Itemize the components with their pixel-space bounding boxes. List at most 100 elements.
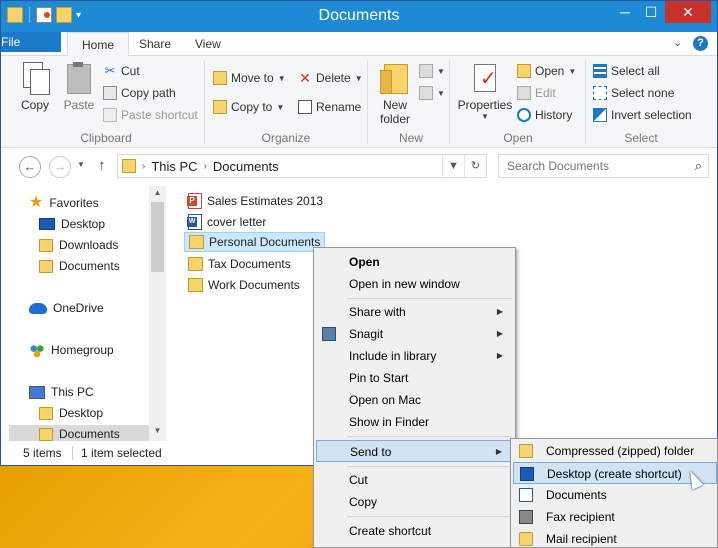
- scrollbar-thumb[interactable]: [151, 202, 164, 272]
- refresh-icon[interactable]: ↻: [464, 155, 486, 177]
- open-button[interactable]: Open ▼: [517, 64, 576, 78]
- move-to-button[interactable]: Move to ▼: [213, 71, 286, 85]
- recent-locations-dropdown[interactable]: ▼: [77, 160, 85, 169]
- address-bar[interactable]: › This PC › Documents ▼ ↻: [117, 154, 487, 178]
- cut-button[interactable]: ✂ Cut: [103, 64, 140, 79]
- paste-label: Paste: [63, 98, 95, 112]
- nav-this-pc[interactable]: This PC: [29, 385, 94, 399]
- invert-selection-button[interactable]: Invert selection: [593, 108, 692, 122]
- documents-icon: [519, 488, 533, 502]
- list-item[interactable]: cover letter: [184, 212, 270, 232]
- search-box[interactable]: ⌕: [498, 154, 709, 178]
- select-none-icon: [593, 86, 607, 100]
- nav-onedrive[interactable]: OneDrive: [29, 301, 104, 315]
- nav-desktop[interactable]: Desktop: [39, 217, 105, 231]
- menu-item-copy[interactable]: Copy: [316, 491, 513, 513]
- new-item-button[interactable]: ▼: [419, 64, 445, 78]
- close-button[interactable]: ✕: [665, 1, 711, 23]
- up-arrow-icon[interactable]: ↑: [98, 157, 106, 174]
- breadcrumb-documents[interactable]: Documents: [213, 159, 279, 174]
- menu-item-send-to[interactable]: Send to ▶: [316, 440, 513, 462]
- menu-item-create-shortcut[interactable]: Create shortcut: [316, 520, 513, 542]
- nav-homegroup[interactable]: Homegroup: [29, 343, 114, 357]
- folder-icon: [189, 235, 204, 249]
- chevron-down-icon: ▼: [437, 88, 445, 98]
- scroll-down-icon[interactable]: ▼: [149, 426, 166, 435]
- select-all-icon: [593, 64, 607, 78]
- back-button[interactable]: ←: [19, 156, 41, 178]
- breadcrumb-this-pc[interactable]: This PC: [151, 159, 197, 174]
- list-item[interactable]: Tax Documents: [184, 254, 295, 274]
- rename-button[interactable]: Rename: [298, 100, 361, 114]
- select-none-button[interactable]: Select none: [593, 86, 674, 100]
- paste-button[interactable]: Paste: [59, 62, 99, 112]
- tab-share[interactable]: Share: [125, 32, 185, 56]
- nav-documents[interactable]: Documents: [39, 259, 120, 273]
- folder-icon: [188, 257, 203, 271]
- nav-downloads-label: Downloads: [59, 238, 119, 252]
- chevron-down-icon[interactable]: ⌄: [673, 36, 682, 49]
- edit-button[interactable]: Edit: [517, 86, 556, 100]
- new-folder-label-line1: New: [382, 98, 407, 112]
- search-input[interactable]: [499, 155, 679, 177]
- powerpoint-file-icon: [187, 193, 202, 209]
- chevron-right-icon[interactable]: ›: [204, 161, 207, 172]
- menu-item-open[interactable]: Open: [316, 251, 513, 273]
- list-item-selected[interactable]: Personal Documents: [184, 232, 326, 252]
- menu-item-show-in-finder[interactable]: Show in Finder: [316, 411, 513, 433]
- menu-item-share-with[interactable]: Share with ▶: [316, 301, 513, 323]
- edit-icon: [517, 86, 531, 100]
- menu-item-open-on-mac[interactable]: Open on Mac: [316, 389, 513, 411]
- list-item[interactable]: Work Documents: [184, 275, 304, 295]
- tab-file[interactable]: File: [1, 32, 61, 52]
- copy-path-button[interactable]: Copy path: [103, 86, 176, 100]
- nav-pc-documents-label: Documents: [59, 427, 120, 441]
- move-to-icon: [213, 71, 227, 85]
- ribbon-tabs: File Home Share View ⌄ ?: [1, 32, 717, 57]
- list-item[interactable]: Sales Estimates 2013: [184, 191, 327, 211]
- menu-item-pin-start[interactable]: Pin to Start: [316, 367, 513, 389]
- homegroup-icon: [29, 343, 45, 357]
- menu-item-mail-recipient[interactable]: Mail recipient: [513, 528, 717, 548]
- scroll-up-icon[interactable]: ▲: [149, 188, 166, 197]
- easy-access-button[interactable]: ▼: [419, 86, 445, 100]
- nav-pc-desktop[interactable]: Desktop: [39, 406, 103, 420]
- snagit-icon: [322, 327, 336, 341]
- history-button[interactable]: History: [517, 108, 572, 122]
- folder-icon: [122, 159, 136, 173]
- tab-view[interactable]: View: [181, 32, 235, 56]
- copy-to-button[interactable]: Copy to ▼: [213, 100, 284, 114]
- navpane-scrollbar[interactable]: ▲ ▼: [149, 186, 166, 441]
- nav-favorites[interactable]: ★ Favorites: [29, 195, 99, 211]
- maximize-button[interactable]: ☐: [638, 1, 664, 23]
- menu-item-snagit[interactable]: Snagit ▶: [316, 323, 513, 345]
- new-folder-button[interactable]: New folder: [375, 62, 415, 126]
- select-all-button[interactable]: Select all: [593, 64, 660, 78]
- chevron-right-icon[interactable]: ›: [142, 161, 145, 172]
- menu-item-cut[interactable]: Cut: [316, 469, 513, 491]
- new-item-icon: [419, 64, 433, 78]
- help-icon[interactable]: ?: [693, 36, 708, 51]
- address-dropdown-icon[interactable]: ▼: [442, 155, 464, 177]
- copy-button[interactable]: Copy: [15, 62, 55, 112]
- properties-button[interactable]: Properties ▼: [456, 62, 514, 121]
- paste-shortcut-button[interactable]: Paste shortcut: [103, 108, 198, 122]
- delete-button[interactable]: ✕ Delete ▼: [298, 71, 362, 85]
- menu-item-label: Fax recipient: [546, 510, 615, 524]
- cut-label: Cut: [121, 64, 140, 78]
- menu-item-label: Include in library: [349, 349, 437, 363]
- search-icon[interactable]: ⌕: [695, 158, 702, 174]
- item-count: 5 items: [23, 446, 62, 460]
- minimize-button[interactable]: ─: [612, 1, 638, 23]
- chevron-down-icon: ▼: [277, 73, 286, 83]
- menu-item-documents[interactable]: Documents: [513, 484, 717, 506]
- menu-item-label: Compressed (zipped) folder: [546, 444, 695, 458]
- tab-home[interactable]: Home: [67, 32, 130, 57]
- menu-item-fax-recipient[interactable]: Fax recipient: [513, 506, 717, 528]
- menu-item-include-library[interactable]: Include in library ▶: [316, 345, 513, 367]
- menu-item-compressed-folder[interactable]: Compressed (zipped) folder: [513, 440, 717, 462]
- menu-item-open-new-window[interactable]: Open in new window: [316, 273, 513, 295]
- forward-button[interactable]: →: [49, 156, 71, 178]
- rename-icon: [298, 100, 312, 114]
- nav-downloads[interactable]: Downloads: [39, 238, 118, 252]
